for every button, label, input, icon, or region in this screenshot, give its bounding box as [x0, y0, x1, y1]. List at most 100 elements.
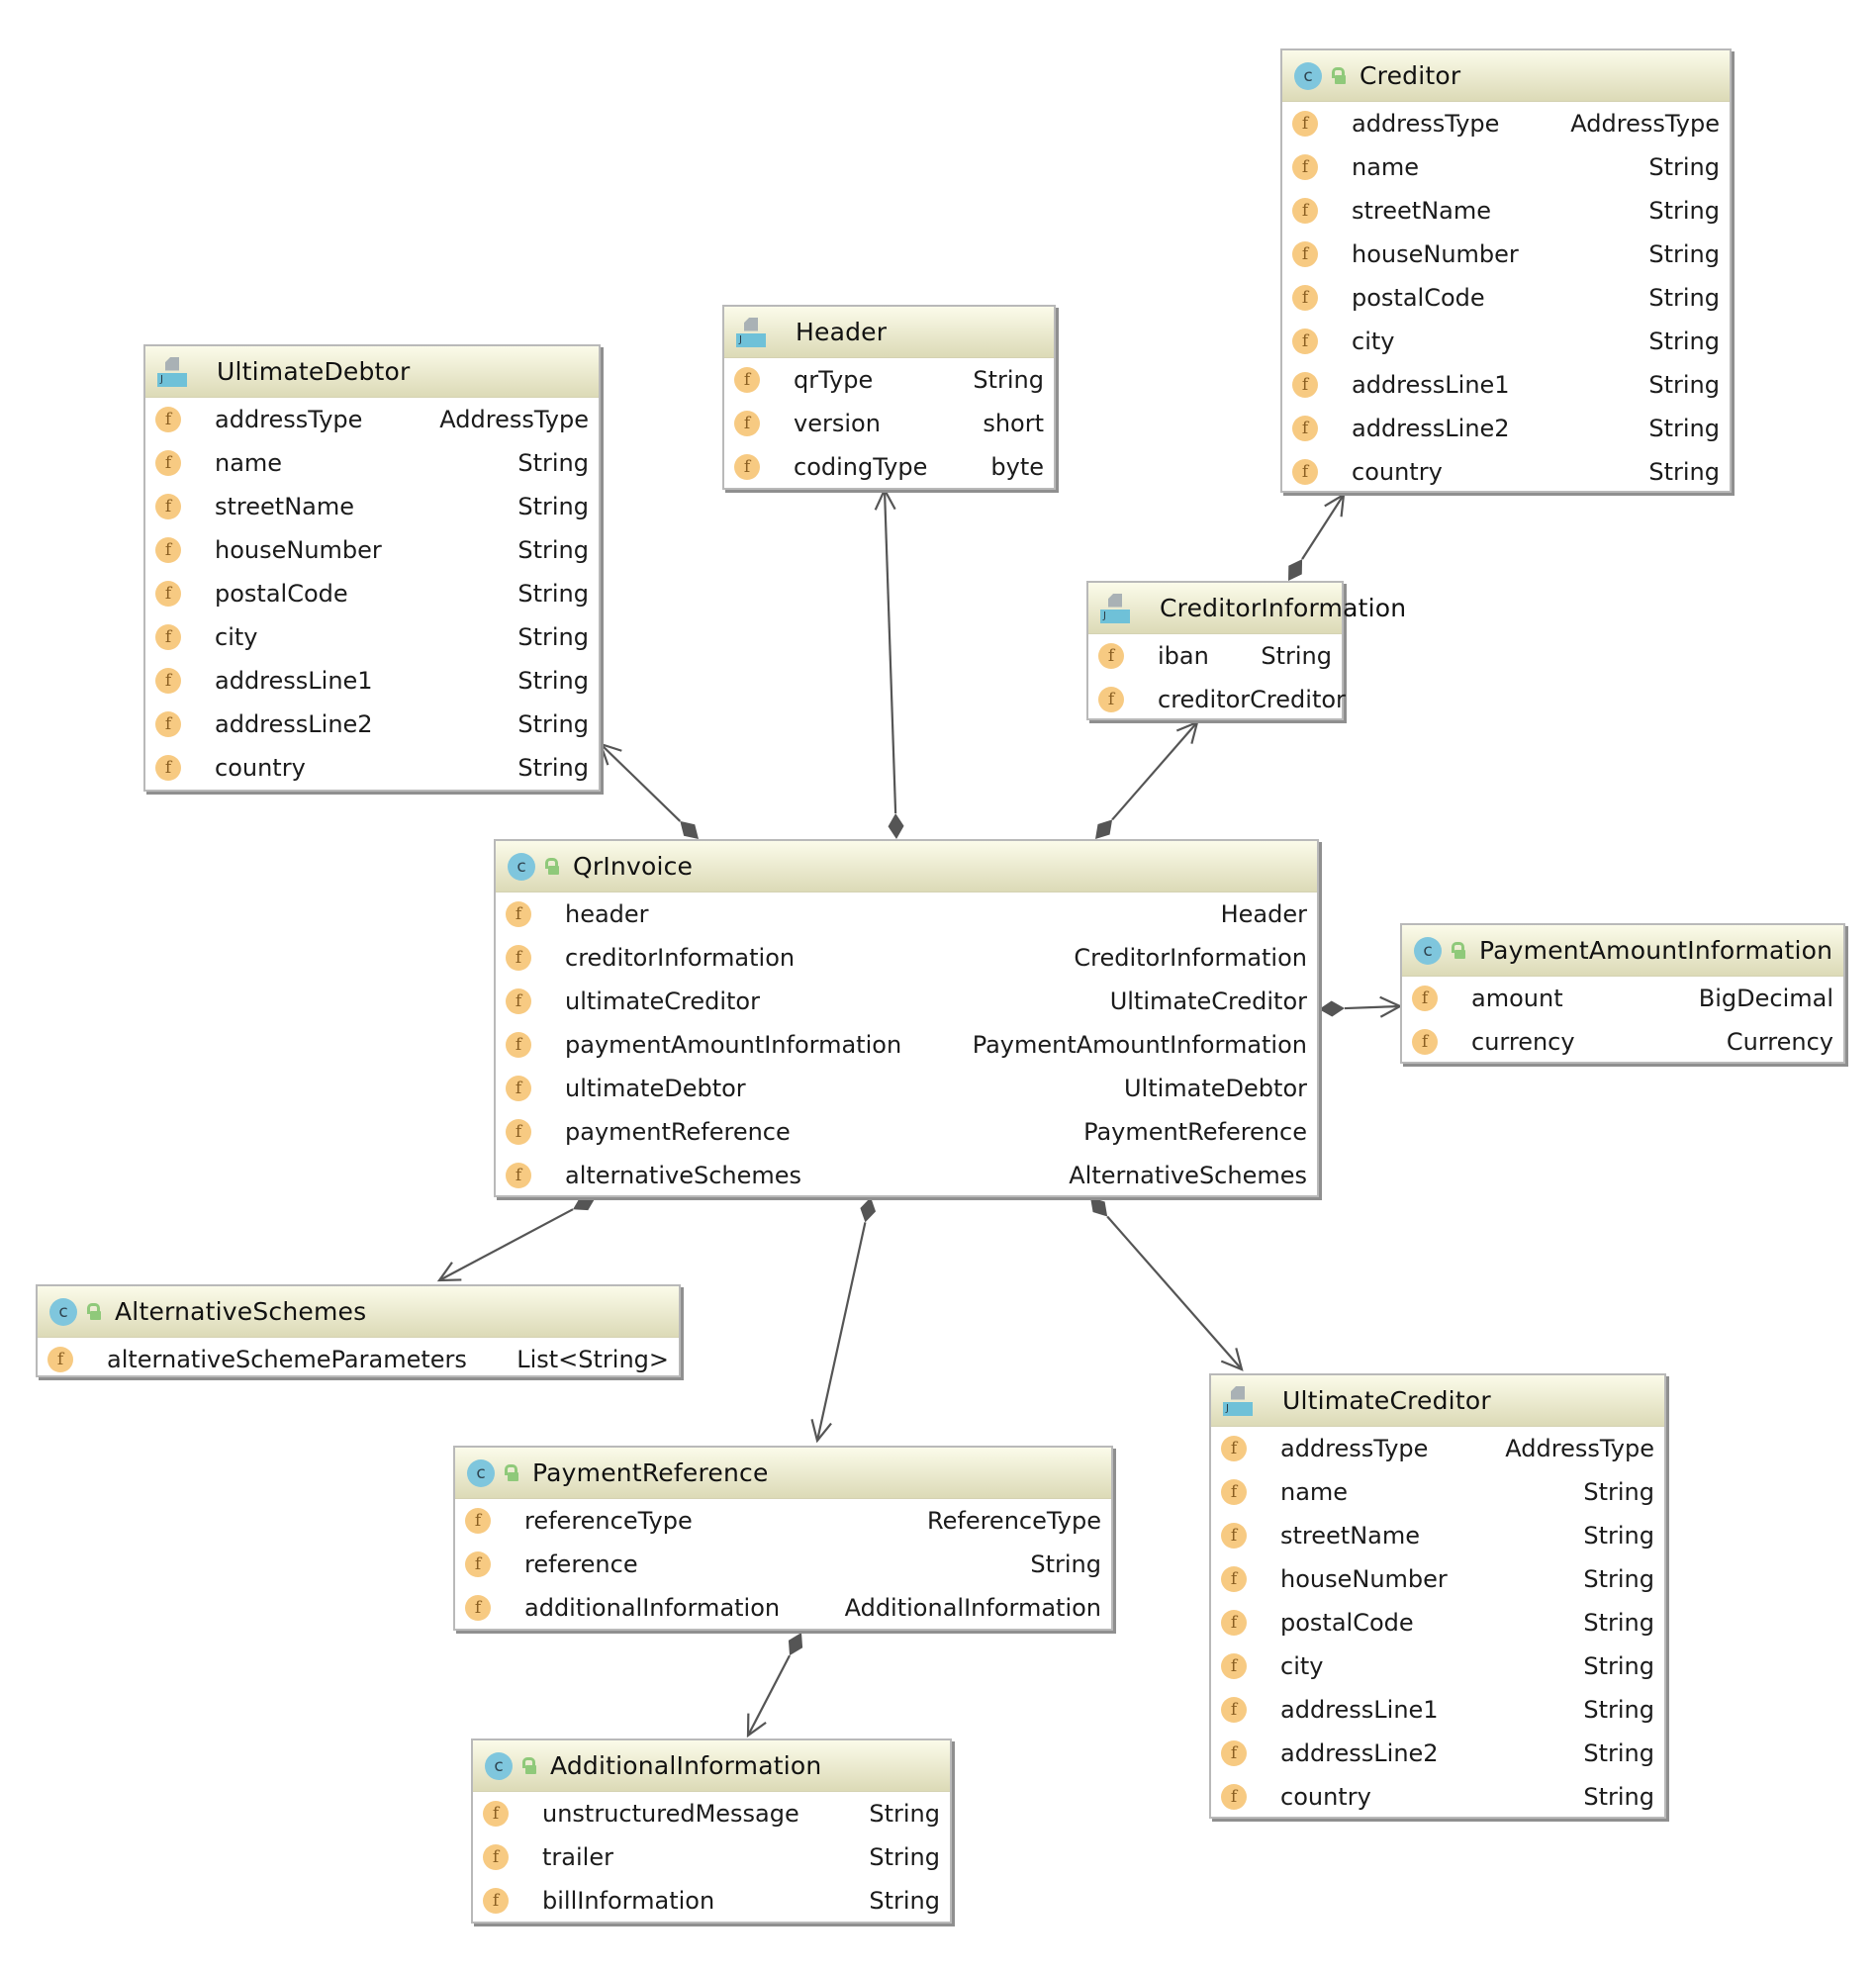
field-row-header[interactable]: f header Header [496, 893, 1317, 936]
field-row-creditor-information[interactable]: f creditorInformation CreditorInformation [496, 936, 1317, 980]
arrowhead-icon [1175, 720, 1199, 744]
edge-creditor-information-to-creditor[interactable] [1288, 492, 1346, 581]
field-row-postal-code[interactable]: f postalCode String [1282, 276, 1730, 320]
field-row-address-line1[interactable]: f addressLine1 String [1211, 1688, 1664, 1732]
node-header[interactable]: c AdditionalInformation [473, 1740, 950, 1792]
field-row-street-name[interactable]: f streetName String [1211, 1514, 1664, 1557]
field-row-city[interactable]: f city String [1211, 1644, 1664, 1688]
class-node-alternative-schemes[interactable]: c AlternativeSchemes f alternativeSchemePar… [36, 1284, 681, 1377]
class-node-payment-amount-information[interactable]: c PaymentAmountInformation f amount BigDecim… [1400, 923, 1845, 1064]
field-row-country[interactable]: f country String [1282, 450, 1730, 494]
field-row-address-line1[interactable]: f addressLine1 String [1282, 363, 1730, 407]
field-row-coding-type[interactable]: f codingType byte [724, 445, 1054, 489]
field-row-city[interactable]: f city String [1282, 320, 1730, 363]
field-row-name[interactable]: f name String [1211, 1470, 1664, 1514]
composition-diamond-icon [788, 1633, 803, 1656]
field-row-address-line2[interactable]: f addressLine2 String [145, 703, 599, 746]
edge-qr-invoice-to-payment-amount-information[interactable] [1319, 995, 1403, 1018]
field-row-name[interactable]: f name String [145, 441, 599, 485]
field-row-house-number[interactable]: f houseNumber String [1211, 1557, 1664, 1601]
field-icon: f [155, 537, 181, 563]
field-row-name[interactable]: f name String [1282, 145, 1730, 189]
arrowhead-icon [436, 1262, 462, 1282]
field-type: String [517, 536, 589, 564]
field-name: addressType [215, 406, 363, 433]
field-name: name [1352, 153, 1420, 181]
field-row-postal-code[interactable]: f postalCode String [145, 572, 599, 615]
edge-qr-invoice-to-alternative-schemes[interactable] [436, 1196, 596, 1282]
field-row-unstructured-message[interactable]: f unstructuredMessage String [473, 1792, 950, 1835]
field-row-ultimate-debtor[interactable]: f ultimateDebtor UltimateDebtor [496, 1067, 1317, 1110]
class-node-qr-invoice[interactable]: c QrInvoice f header Header f creditorInformat… [494, 839, 1319, 1197]
field-row-address-line2[interactable]: f addressLine2 String [1282, 407, 1730, 450]
field-row-alternative-scheme-parameters[interactable]: f alternativeSchemeParameters List<String> [38, 1338, 679, 1381]
field-row-amount[interactable]: f amount BigDecimal [1402, 977, 1843, 1020]
interface-node-header[interactable]: J Header f qrType String f version short f coding… [722, 305, 1056, 490]
edge-qr-invoice-to-payment-reference[interactable] [810, 1197, 877, 1444]
field-row-alternative-schemes[interactable]: f alternativeSchemes AlternativeSchemes [496, 1154, 1317, 1197]
field-row-address-line1[interactable]: f addressLine1 String [145, 659, 599, 703]
interface-node-ultimate-creditor[interactable]: J UltimateCreditor f addressType AddressType… [1209, 1373, 1666, 1819]
node-header[interactable]: J UltimateDebtor [145, 346, 599, 398]
edge-qr-invoice-to-ultimate-debtor[interactable] [599, 742, 699, 839]
field-row-version[interactable]: f version short [724, 402, 1054, 445]
field-row-house-number[interactable]: f houseNumber String [145, 528, 599, 572]
node-header[interactable]: J UltimateCreditor [1211, 1375, 1664, 1427]
field-name: country [1352, 458, 1443, 486]
edge-qr-invoice-to-creditor-information[interactable] [1095, 720, 1199, 839]
node-title: PaymentReference [532, 1458, 769, 1487]
node-header[interactable]: c QrInvoice [496, 841, 1317, 893]
arrowhead-icon [1324, 492, 1346, 517]
node-header[interactable]: c PaymentReference [455, 1448, 1111, 1499]
field-row-city[interactable]: f city String [145, 615, 599, 659]
field-row-street-name[interactable]: f streetName String [1282, 189, 1730, 233]
field-row-address-type[interactable]: f addressType AddressType [1211, 1427, 1664, 1470]
field-icon: f [155, 711, 181, 737]
class-node-additional-information[interactable]: c AdditionalInformation f unstructuredMessa… [471, 1738, 952, 1924]
field-row-bill-information[interactable]: f billInformation String [473, 1879, 950, 1923]
field-row-reference-type[interactable]: f referenceType ReferenceType [455, 1499, 1111, 1543]
field-row-creditor[interactable]: f creditor Creditor [1088, 678, 1346, 721]
edge-payment-reference-to-additional-information[interactable] [746, 1633, 803, 1738]
class-node-payment-reference[interactable]: c PaymentReference f referenceType Reference… [453, 1446, 1113, 1631]
field-icon: f [1221, 1740, 1247, 1766]
field-row-address-type[interactable]: f addressType AddressType [145, 398, 599, 441]
field-icon: f [1292, 198, 1318, 224]
field-row-address-line2[interactable]: f addressLine2 String [1211, 1732, 1664, 1775]
field-row-street-name[interactable]: f streetName String [145, 485, 599, 528]
interface-node-creditor-information[interactable]: J CreditorInformation f iban String f creditor… [1086, 581, 1406, 721]
field-row-payment-reference[interactable]: f paymentReference PaymentReference [496, 1110, 1317, 1154]
field-row-additional-information[interactable]: f additionalInformation AdditionalInformat… [455, 1586, 1111, 1630]
field-row-currency[interactable]: f currency Currency [1402, 1020, 1843, 1064]
field-type: PaymentReference [1083, 1118, 1307, 1146]
field-row-qr-type[interactable]: f qrType String [724, 358, 1054, 402]
node-header[interactable]: c PaymentAmountInformation [1402, 925, 1843, 977]
interface-node-ultimate-debtor[interactable]: J UltimateDebtor f addressType AddressType f n… [143, 344, 601, 792]
node-header[interactable]: c Creditor [1282, 50, 1730, 102]
field-name: trailer [542, 1843, 613, 1871]
field-type: AdditionalInformation [844, 1594, 1101, 1622]
node-header[interactable]: J CreditorInformation [1088, 583, 1406, 634]
field-row-postal-code[interactable]: f postalCode String [1211, 1601, 1664, 1644]
edge-qr-invoice-to-ultimate-creditor[interactable] [1090, 1197, 1244, 1371]
edge-qr-invoice-to-header[interactable] [874, 487, 904, 839]
node-header[interactable]: c AlternativeSchemes [38, 1286, 679, 1338]
field-type: String [1583, 1652, 1654, 1680]
field-row-address-type[interactable]: f addressType AddressType [1282, 102, 1730, 145]
field-name: creditorInformation [565, 944, 796, 972]
field-row-trailer[interactable]: f trailer String [473, 1835, 950, 1879]
field-row-house-number[interactable]: f houseNumber String [1282, 233, 1730, 276]
field-type: String [869, 1887, 940, 1915]
arrowhead-icon [746, 1713, 767, 1738]
field-row-iban[interactable]: f iban String [1088, 634, 1342, 678]
composition-diamond-icon [888, 813, 904, 839]
field-row-payment-amount-information[interactable]: f paymentAmountInformation PaymentAmountIn… [496, 1023, 1317, 1067]
field-row-country[interactable]: f country String [1211, 1775, 1664, 1819]
field-name: amount [1471, 985, 1563, 1012]
node-header[interactable]: J Header [724, 307, 1054, 358]
field-row-reference[interactable]: f reference String [455, 1543, 1111, 1586]
field-row-country[interactable]: f country String [145, 746, 599, 790]
class-node-creditor[interactable]: c Creditor f addressType AddressType f name Str… [1280, 48, 1732, 493]
class-icon: c [508, 852, 535, 881]
field-row-ultimate-creditor[interactable]: f ultimateCreditor UltimateCreditor [496, 980, 1317, 1023]
